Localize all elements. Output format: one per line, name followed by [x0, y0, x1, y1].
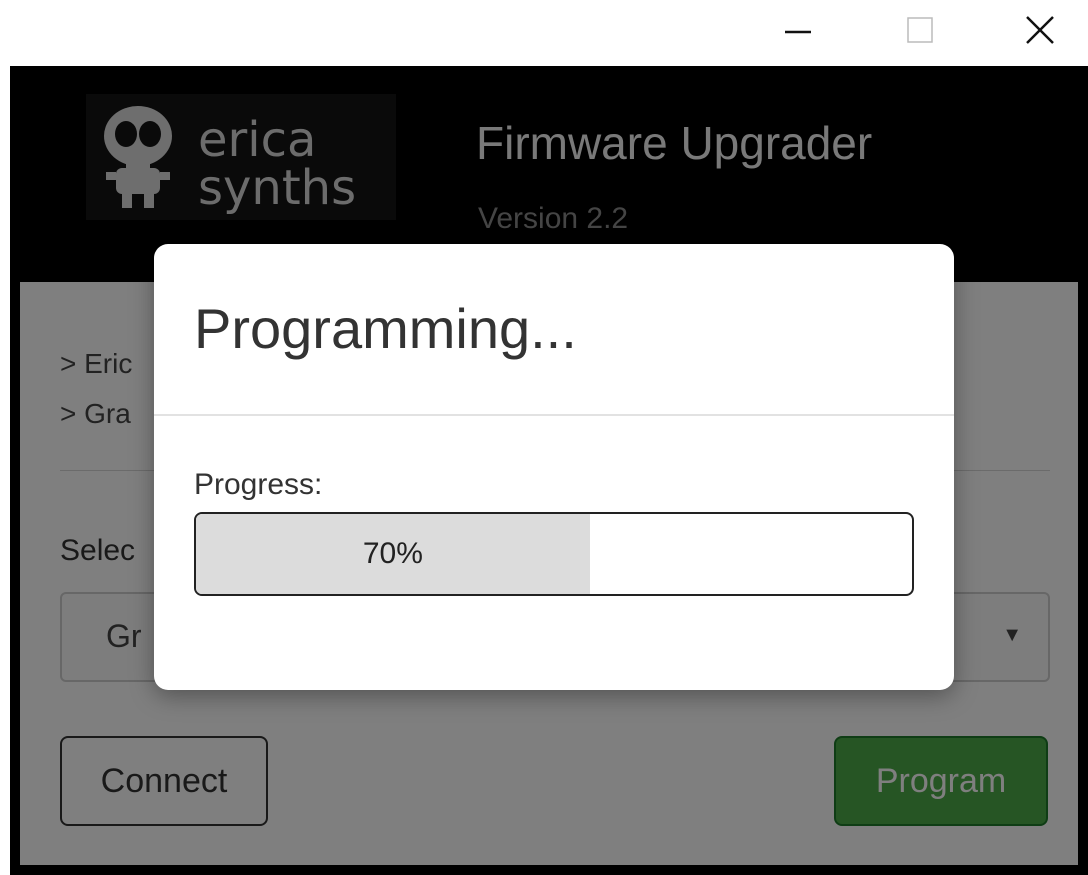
- minimize-icon: [785, 30, 811, 34]
- window-titlebar: [0, 0, 1088, 66]
- close-button[interactable]: [1000, 0, 1080, 60]
- close-icon: [1026, 16, 1054, 44]
- minimize-button[interactable]: [758, 0, 838, 60]
- programming-dialog: Programming... Progress: 70%: [154, 244, 954, 690]
- dialog-title: Programming...: [194, 297, 577, 360]
- progress-bar: 70%: [194, 512, 914, 596]
- progress-text: 70%: [362, 537, 423, 570]
- dialog-divider: [154, 414, 954, 416]
- progress-label: Progress:: [194, 468, 323, 501]
- maximize-icon: [907, 17, 933, 43]
- maximize-button[interactable]: [880, 0, 960, 60]
